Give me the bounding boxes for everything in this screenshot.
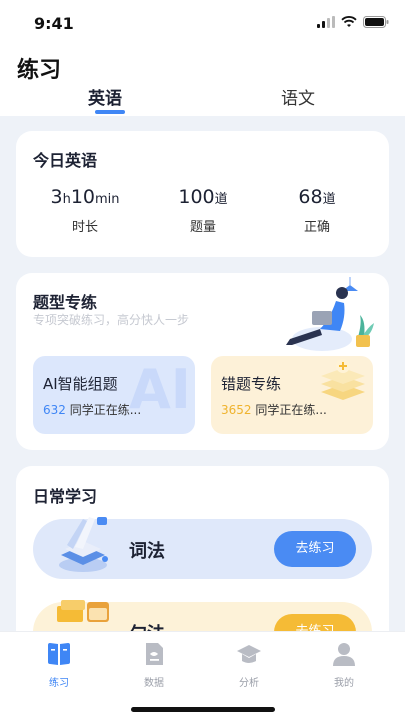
active-tab-indicator xyxy=(95,110,125,114)
tab-english[interactable]: 英语 xyxy=(88,84,122,109)
ai-smart-quiz-participants: 632 同学正在练... xyxy=(43,401,141,418)
question-type-practice-card: 题型专练 专项突破练习，高分快人一步 AI AI智能组题 632 同学正在练..… xyxy=(16,273,389,450)
ai-smart-quiz-suffix: 同学正在练... xyxy=(69,403,142,417)
document-icon xyxy=(146,643,163,665)
stat-count-value: 100 xyxy=(178,186,215,208)
battery-icon xyxy=(363,16,389,28)
stat-correct: 68道 正确 xyxy=(262,186,372,235)
person-icon xyxy=(333,643,355,666)
wrong-question-count: 3652 xyxy=(221,403,252,417)
tab-chinese[interactable]: 语文 xyxy=(281,84,315,109)
tabbar-label-data: 数据 xyxy=(144,678,164,689)
page-title: 练习 xyxy=(17,58,62,83)
wrong-question-title: 错题专练 xyxy=(221,375,282,393)
book-icon xyxy=(48,643,70,665)
stat-duration-label: 时长 xyxy=(71,220,98,235)
stat-correct-unit: 道 xyxy=(322,192,336,207)
status-time: 9:41 xyxy=(34,14,74,33)
stat-correct-value: 68 xyxy=(298,186,323,208)
ai-smart-quiz-title: AI智能组题 xyxy=(43,375,118,393)
tabbar-label-analysis: 分析 xyxy=(239,678,259,689)
morphology-book-icon xyxy=(59,517,108,572)
stat-duration: 3h10min 时长 xyxy=(30,186,140,235)
person-studying-laptop-illustration xyxy=(286,277,374,351)
graduation-cap-icon xyxy=(237,645,261,663)
stat-correct-label: 正确 xyxy=(303,220,330,235)
wrong-question-practice-tile[interactable]: 错题专练 3652 同学正在练... xyxy=(211,356,373,434)
daily-card-title: 日常学习 xyxy=(33,487,98,506)
status-bar: 9:41 xyxy=(0,0,405,46)
stat-duration-hours-unit: h xyxy=(62,192,71,207)
stat-count-unit: 道 xyxy=(214,192,228,207)
stat-count-label: 题量 xyxy=(189,220,216,235)
wifi-icon xyxy=(341,16,357,27)
wrong-question-participants: 3652 同学正在练... xyxy=(221,401,327,418)
tabbar-label-me: 我的 xyxy=(334,678,354,689)
header: 练习 英语 语文 xyxy=(0,46,405,116)
practice-card-title: 题型专练 xyxy=(33,293,98,312)
today-stats-card: 今日英语 3h10min 时长 100道 题量 68道 正确 xyxy=(16,131,389,257)
stat-duration-minutes-unit: min xyxy=(95,192,120,207)
morphology-practice-button[interactable]: 去练习 xyxy=(274,531,356,567)
home-indicator xyxy=(131,707,275,712)
stat-duration-hours: 3 xyxy=(50,186,63,208)
stat-duration-minutes: 10 xyxy=(70,186,95,208)
tabbar-item-analysis[interactable]: 分析 xyxy=(219,640,279,689)
cellular-signal-icon xyxy=(317,16,335,28)
daily-item-morphology-label: 词法 xyxy=(129,541,165,562)
daily-item-morphology[interactable]: 词法 去练习 xyxy=(33,517,372,579)
stat-count: 100道 题量 xyxy=(148,186,258,235)
practice-card-subtitle: 专项突破练习，高分快人一步 xyxy=(33,313,190,327)
wrong-question-suffix: 同学正在练... xyxy=(255,403,327,417)
tabbar-item-data[interactable]: 数据 xyxy=(124,640,184,689)
ai-smart-quiz-tile[interactable]: AI AI智能组题 632 同学正在练... xyxy=(33,356,195,434)
tabbar-item-me[interactable]: 我的 xyxy=(314,640,374,689)
tabbar-item-practice[interactable]: 练习 xyxy=(29,640,89,689)
syntax-books-calendar-icon xyxy=(57,600,109,622)
status-icons xyxy=(317,16,389,28)
tabbar-label-practice: 练习 xyxy=(49,678,69,689)
ai-smart-quiz-count: 632 xyxy=(43,403,66,417)
today-card-title: 今日英语 xyxy=(33,151,98,170)
